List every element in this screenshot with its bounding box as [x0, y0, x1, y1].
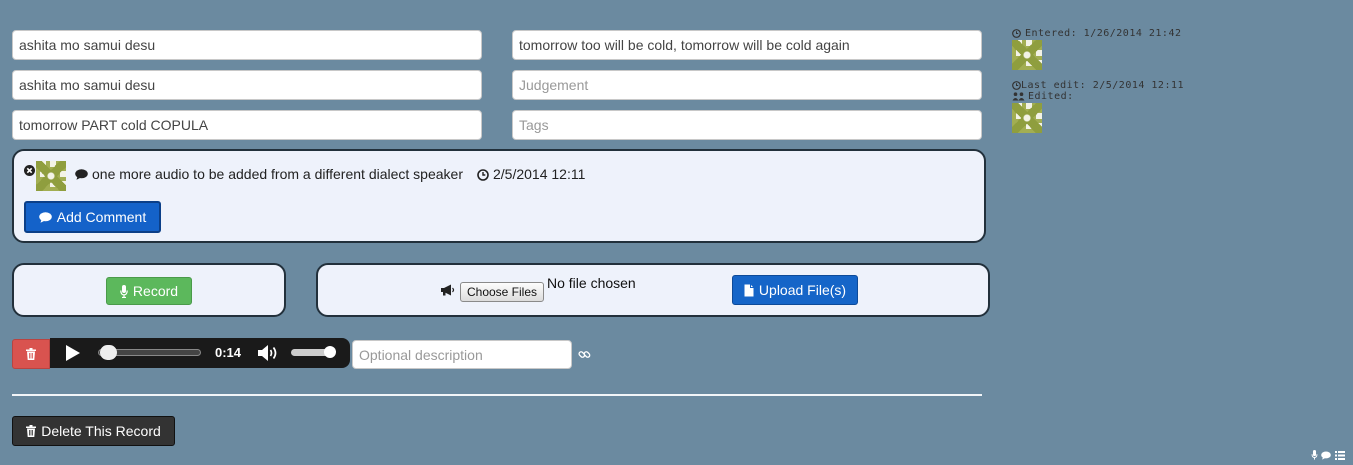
commenter-avatar	[36, 161, 66, 191]
comment-timestamp: 2/5/2014 12:11	[493, 166, 586, 182]
comment-text: one more audio to be added from a differ…	[92, 166, 463, 182]
editor-avatar	[1012, 103, 1042, 133]
play-icon[interactable]	[65, 344, 81, 362]
enterer-avatar	[1012, 40, 1042, 70]
comments-panel: one more audio to be added from a differ…	[12, 149, 986, 243]
add-comment-label: Add Comment	[56, 209, 147, 225]
clock-icon	[477, 169, 489, 181]
bullhorn-icon	[440, 284, 455, 296]
clock-icon	[1012, 81, 1021, 90]
edited-label: Edited:	[1028, 91, 1074, 102]
orthography-input[interactable]	[12, 30, 482, 60]
last-edit-date: Last edit: 2/5/2014 12:11	[1021, 80, 1185, 91]
trash-icon	[26, 425, 37, 437]
microphone-icon	[120, 284, 128, 298]
utterance-input[interactable]	[12, 70, 482, 100]
tags-input[interactable]	[512, 110, 982, 140]
translation-input[interactable]	[512, 30, 982, 60]
comment-icon	[75, 169, 88, 180]
entered-date: Entered: 1/26/2014 21:42	[1025, 28, 1182, 39]
list-icon[interactable]	[1335, 451, 1345, 460]
upload-files-label: Upload File(s)	[758, 282, 847, 298]
clock-icon	[1012, 29, 1021, 38]
delete-record-label: Delete This Record	[41, 423, 161, 439]
audio-progress-knob[interactable]	[100, 345, 118, 360]
file-icon	[744, 284, 754, 297]
no-file-chosen-text: No file chosen	[547, 275, 636, 291]
users-icon	[1012, 92, 1025, 101]
audio-description-input[interactable]	[352, 340, 572, 369]
choose-files-button[interactable]: Choose Files	[460, 282, 544, 302]
microphone-icon[interactable]	[1311, 450, 1318, 460]
upload-files-button[interactable]: Upload File(s)	[732, 275, 858, 305]
gloss-input[interactable]	[12, 110, 482, 140]
audio-time: 0:14	[215, 345, 242, 360]
record-panel: Record	[12, 263, 286, 317]
choose-files-label: Choose Files	[466, 285, 538, 299]
audio-progress-track[interactable]	[98, 345, 201, 360]
comment-icon[interactable]	[1321, 451, 1331, 460]
comment-icon	[38, 211, 52, 223]
trash-icon	[26, 348, 36, 360]
volume-knob[interactable]	[323, 346, 336, 358]
remove-comment-icon[interactable]	[24, 165, 35, 176]
delete-record-button[interactable]: Delete This Record	[12, 416, 175, 446]
record-button[interactable]: Record	[106, 277, 192, 305]
volume-track[interactable]	[291, 346, 336, 358]
upload-panel: Choose Files No file chosen Upload File(…	[316, 263, 990, 317]
add-comment-button[interactable]: Add Comment	[24, 201, 161, 233]
record-label: Record	[132, 283, 179, 299]
link-icon[interactable]	[578, 348, 591, 361]
divider	[12, 394, 982, 396]
volume-icon[interactable]	[257, 344, 279, 362]
delete-audio-button[interactable]	[12, 339, 50, 369]
judgement-input[interactable]	[512, 70, 982, 100]
audio-player: 0:14	[50, 338, 350, 368]
